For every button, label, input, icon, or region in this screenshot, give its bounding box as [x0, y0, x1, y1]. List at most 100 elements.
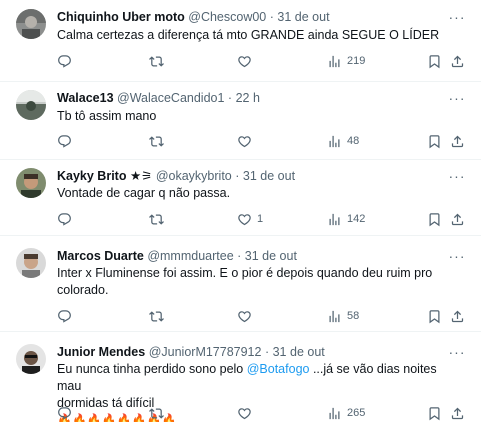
- separator-dot: ·: [227, 91, 233, 105]
- bookmark-button[interactable]: [427, 132, 442, 150]
- tweet-text-part: Eu nunca tinha perdido sono pelo: [57, 362, 247, 376]
- timestamp[interactable]: 22 h: [236, 91, 260, 105]
- tweet-1[interactable]: Chiquinho Uber moto @Chescow00 · 31 de o…: [0, 0, 481, 82]
- tweet-5[interactable]: Junior Mendes @JuniorM17787912 · 31 de o…: [0, 332, 481, 422]
- tweet-text: Inter x Fluminense foi assim. E o pior é…: [57, 265, 461, 299]
- retweet-button[interactable]: [149, 210, 169, 228]
- reply-icon: [57, 134, 72, 149]
- share-button[interactable]: [450, 132, 465, 150]
- views-count: 219: [347, 55, 366, 67]
- tweet-text: Calma certezas a diferença tá mto GRANDE…: [57, 28, 440, 42]
- mention-link[interactable]: @Botafogo: [247, 362, 310, 376]
- retweet-icon: [149, 406, 164, 421]
- tweet-actions: 265: [57, 404, 465, 422]
- views-button[interactable]: 58: [327, 307, 359, 325]
- separator-dot: ·: [264, 345, 270, 359]
- user-handle[interactable]: @WalaceCandido1: [117, 91, 224, 105]
- reply-button[interactable]: [57, 52, 77, 70]
- tweet-text-line: colorado.: [57, 283, 109, 297]
- like-icon: [237, 309, 252, 324]
- timestamp[interactable]: 31 de out: [273, 345, 325, 359]
- share-icon: [450, 54, 465, 69]
- tweet-actions: 58: [57, 307, 465, 325]
- tweet-2[interactable]: Walace13 @WalaceCandido1 · 22 h ··· Tb t…: [0, 82, 481, 160]
- display-name[interactable]: Walace13: [57, 91, 114, 105]
- reply-button[interactable]: [57, 307, 77, 325]
- avatar[interactable]: [16, 248, 46, 278]
- display-name[interactable]: Chiquinho Uber moto: [57, 10, 185, 24]
- share-icon: [450, 212, 465, 227]
- avatar[interactable]: [16, 168, 46, 198]
- bookmark-button[interactable]: [427, 52, 442, 70]
- tweet-3[interactable]: Kayky Brito ★⚞ @okaykybrito · 31 de out …: [0, 160, 481, 236]
- display-name[interactable]: Marcos Duarte: [57, 249, 144, 263]
- bookmark-icon: [427, 212, 442, 227]
- bookmark-button[interactable]: [427, 307, 442, 325]
- like-button[interactable]: 1: [237, 210, 263, 228]
- like-button[interactable]: [237, 52, 257, 70]
- avatar[interactable]: [16, 344, 46, 374]
- tweet-text: Vontade de cagar q não passa.: [57, 186, 231, 200]
- like-icon: [237, 54, 252, 69]
- separator-dot: ·: [237, 249, 242, 263]
- timestamp[interactable]: 31 de out: [277, 10, 329, 24]
- bookmark-button[interactable]: [427, 404, 442, 422]
- views-icon: [327, 309, 342, 324]
- retweet-button[interactable]: [149, 307, 169, 325]
- tweet-text-line: Inter x Fluminense foi assim. E o pior é…: [57, 266, 433, 280]
- like-button[interactable]: [237, 307, 257, 325]
- tweet-actions: 48: [57, 132, 465, 150]
- bookmark-icon: [427, 134, 442, 149]
- avatar[interactable]: [16, 9, 46, 39]
- more-options-icon[interactable]: ···: [449, 168, 465, 184]
- separator-dot: ·: [269, 10, 274, 24]
- tweet-header: Chiquinho Uber moto @Chescow00 · 31 de o…: [57, 10, 441, 25]
- share-button[interactable]: [450, 404, 465, 422]
- user-handle[interactable]: @JuniorM17787912: [149, 345, 262, 359]
- reply-button[interactable]: [57, 210, 77, 228]
- share-icon: [450, 309, 465, 324]
- reply-button[interactable]: [57, 404, 77, 422]
- more-options-icon[interactable]: ···: [449, 90, 465, 106]
- reply-button[interactable]: [57, 132, 77, 150]
- tweet-header: Walace13 @WalaceCandido1 · 22 h: [57, 91, 441, 106]
- more-options-icon[interactable]: ···: [449, 9, 465, 25]
- display-name[interactable]: Kayky Brito ★⚞: [57, 169, 152, 183]
- tweet-header: Junior Mendes @JuniorM17787912 · 31 de o…: [57, 345, 441, 360]
- like-count: 1: [257, 213, 264, 225]
- reply-icon: [57, 406, 72, 421]
- share-button[interactable]: [450, 307, 465, 325]
- retweet-button[interactable]: [149, 52, 169, 70]
- views-button[interactable]: 142: [327, 210, 365, 228]
- more-options-icon[interactable]: ···: [449, 248, 465, 264]
- views-count: 265: [347, 407, 366, 419]
- retweet-button[interactable]: [149, 404, 169, 422]
- user-handle[interactable]: @okaykybrito: [156, 169, 232, 183]
- timestamp[interactable]: 31 de out: [243, 169, 295, 183]
- share-button[interactable]: [450, 52, 465, 70]
- more-options-icon[interactable]: ···: [449, 344, 465, 360]
- retweet-button[interactable]: [149, 132, 169, 150]
- like-button[interactable]: [237, 404, 257, 422]
- views-button[interactable]: 265: [327, 404, 365, 422]
- display-name[interactable]: Junior Mendes: [57, 345, 145, 359]
- bookmark-button[interactable]: [427, 210, 442, 228]
- tweet-actions: 1 142: [57, 210, 465, 228]
- user-handle[interactable]: @mmmduartee: [147, 249, 233, 263]
- tweet-header: Kayky Brito ★⚞ @okaykybrito · 31 de out: [57, 169, 441, 184]
- views-count: 48: [347, 135, 360, 147]
- reply-feed: Chiquinho Uber moto @Chescow00 · 31 de o…: [0, 0, 481, 422]
- like-icon: [237, 406, 252, 421]
- reply-icon: [57, 54, 72, 69]
- tweet-4[interactable]: Marcos Duarte @mmmduartee · 31 de out ··…: [0, 236, 481, 332]
- avatar[interactable]: [16, 90, 46, 120]
- separator-dot: ·: [235, 169, 240, 183]
- like-button[interactable]: [237, 132, 257, 150]
- user-handle[interactable]: @Chescow00: [188, 10, 266, 24]
- tweet-text-line: Eu nunca tinha perdido sono pelo @Botafo…: [57, 361, 461, 395]
- views-button[interactable]: 48: [327, 132, 359, 150]
- share-button[interactable]: [450, 210, 465, 228]
- retweet-icon: [149, 54, 164, 69]
- views-button[interactable]: 219: [327, 52, 365, 70]
- timestamp[interactable]: 31 de out: [245, 249, 297, 263]
